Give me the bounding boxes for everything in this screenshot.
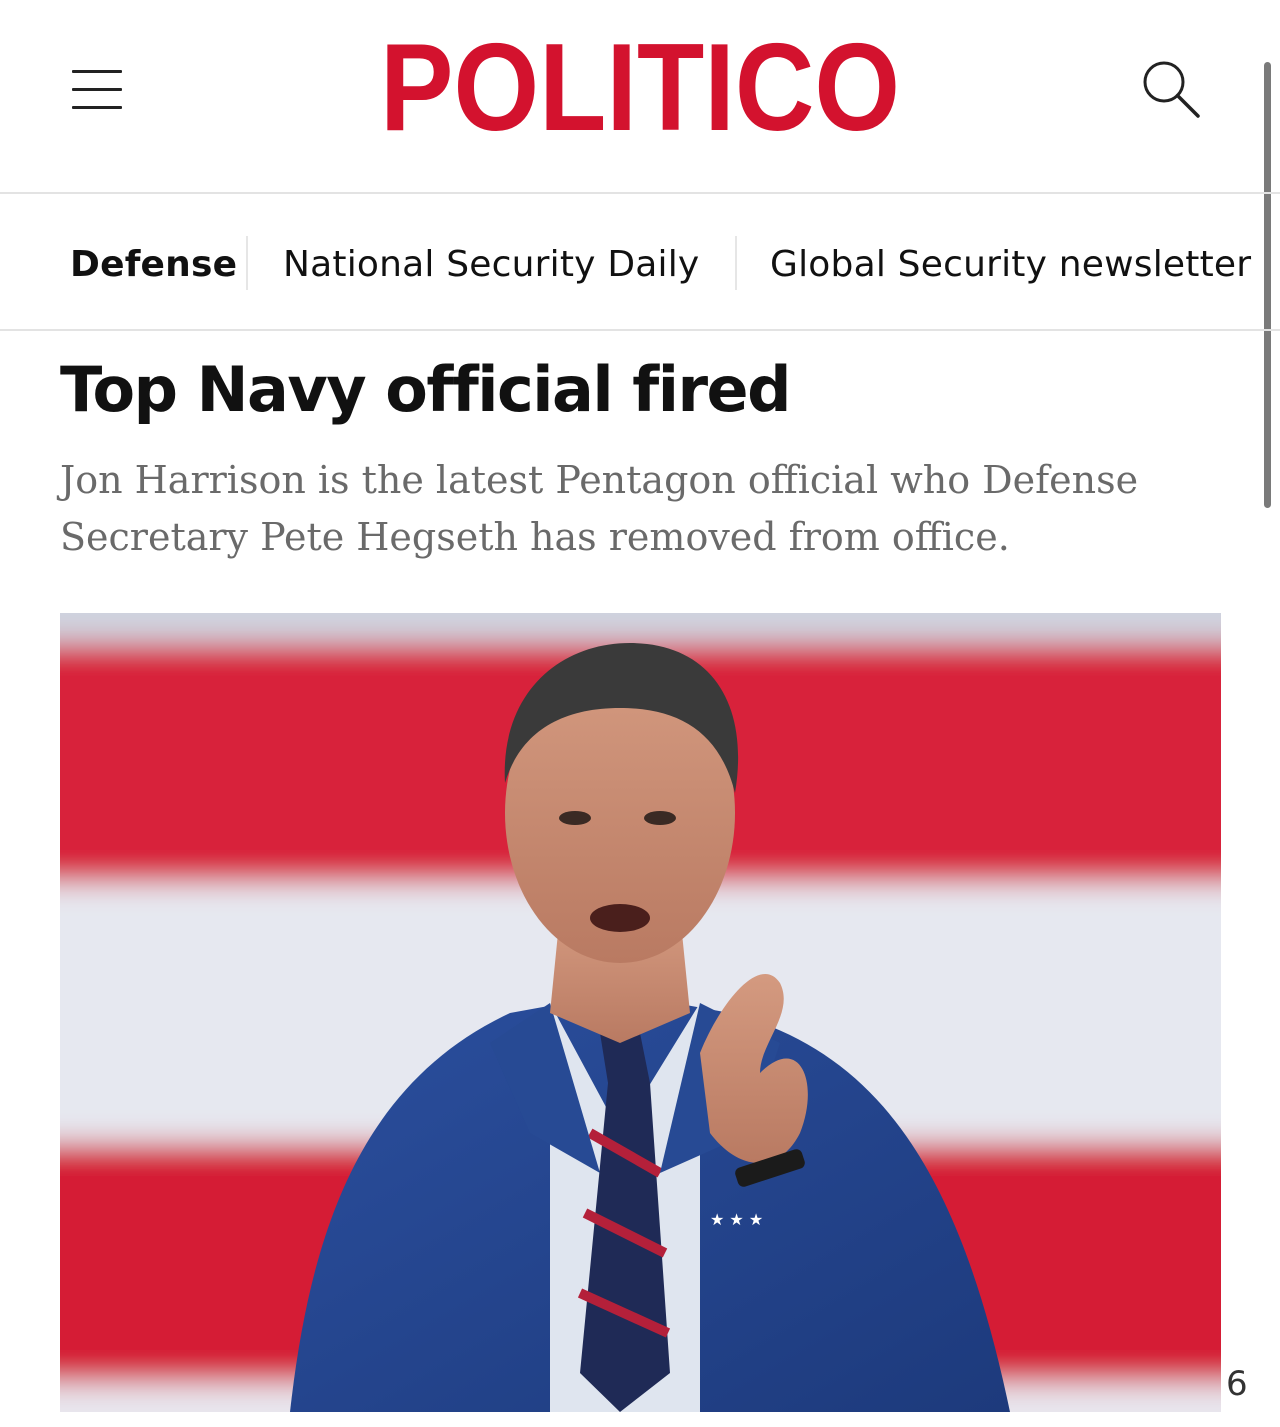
- nav-divider: [735, 236, 737, 290]
- article-dek: Jon Harrison is the latest Pentagon offi…: [60, 458, 1139, 559]
- nav-item-defense[interactable]: Defense: [70, 240, 237, 290]
- logo-text: POLITICO: [380, 22, 900, 146]
- article-hero-image[interactable]: ★ ★ ★: [60, 613, 1221, 1412]
- hamburger-menu-icon[interactable]: [72, 68, 124, 110]
- header-divider: [0, 192, 1280, 194]
- nav-item-global-security-newsletter[interactable]: Global Security newsletter: [770, 240, 1251, 290]
- search-icon[interactable]: [1138, 56, 1202, 120]
- watermark-char: 6: [1226, 1364, 1248, 1404]
- nav-divider: [246, 236, 248, 290]
- section-nav: Defense National Security Daily Global S…: [0, 196, 1280, 330]
- site-header: POLITICO: [0, 0, 1280, 194]
- image-watermark: [940, 1360, 1260, 1408]
- nav-item-national-security-daily[interactable]: National Security Daily: [283, 240, 699, 290]
- nav-divider-bottom: [0, 329, 1280, 331]
- svg-text:★ ★ ★: ★ ★ ★: [710, 1210, 763, 1229]
- politico-logo[interactable]: POLITICO: [376, 22, 904, 146]
- article-headline: Top Navy official fired: [60, 353, 791, 426]
